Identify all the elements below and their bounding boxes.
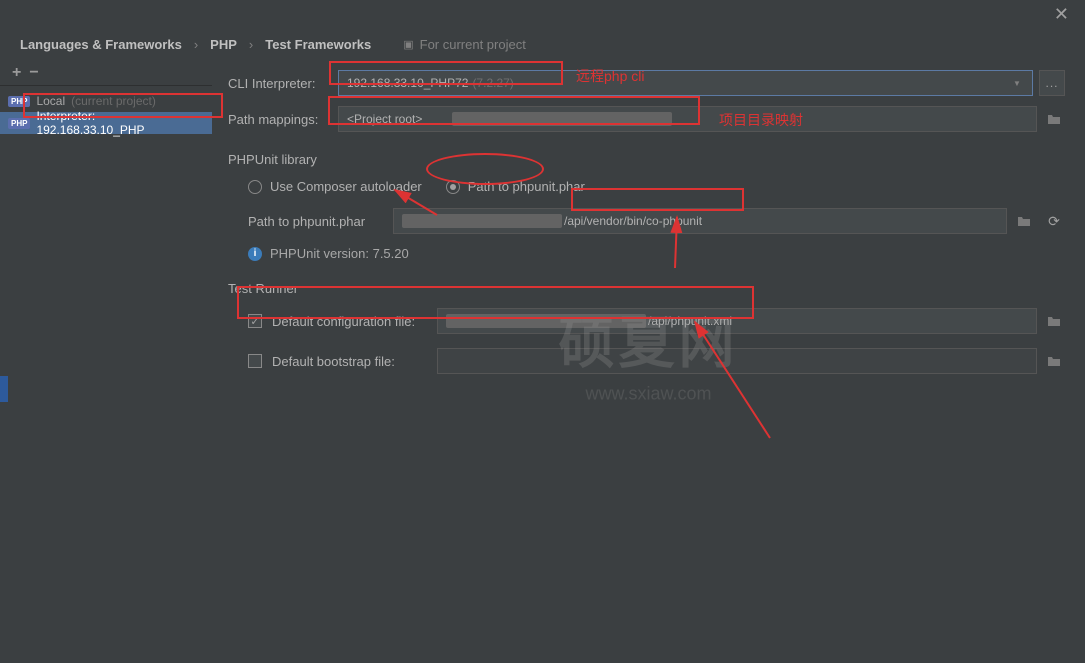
titlebar: ✕ [0,0,1085,28]
default-config-label: Default configuration file: [272,314,437,329]
phpunit-library-title: PHPUnit library [228,152,1065,167]
radio-icon [446,180,460,194]
default-config-value: /api/phpunit.xml [648,314,732,328]
redacted-text [402,214,562,228]
redacted-text [446,314,646,328]
breadcrumb-sep: › [249,37,253,52]
sidebar-item-interpreter[interactable]: PHP Interpreter: 192.168.33.10_PHP [0,112,212,134]
default-bootstrap-checkbox[interactable] [248,354,262,368]
default-bootstrap-label: Default bootstrap file: [272,354,437,369]
breadcrumb-sep: › [194,37,198,52]
breadcrumb-languages[interactable]: Languages & Frameworks [20,37,182,52]
path-mappings-value: <Project root> [347,112,422,126]
radio-icon [248,180,262,194]
cli-interpreter-label: CLI Interpreter: [228,76,338,91]
sidebar-item-hint: (current project) [71,94,156,108]
phar-path-value: /api/vendor/bin/co-phpunit [564,214,702,228]
phpunit-version-info: i PHPUnit version: 7.5.20 [248,246,1065,261]
default-config-input[interactable]: /api/phpunit.xml [437,308,1037,334]
sidebar-item-label: Local [36,94,65,108]
redacted-text [452,112,672,126]
refresh-icon[interactable]: ⟳ [1043,210,1065,232]
folder-icon[interactable] [1043,310,1065,332]
phpunit-version-label: PHPUnit version: 7.5.20 [270,246,409,261]
cli-interpreter-dropdown[interactable]: 192.168.33.10_PHP72 (7.2.27) ▼ [338,70,1033,96]
blue-side-strip [0,376,8,402]
sidebar-toolbar: + − [0,60,212,86]
folder-icon[interactable] [1013,210,1035,232]
default-bootstrap-input[interactable] [437,348,1037,374]
folder-icon[interactable] [1043,350,1065,372]
breadcrumb-php[interactable]: PHP [210,37,237,52]
project-hint-label: For current project [420,37,526,52]
path-mappings-label: Path mappings: [228,112,338,127]
radio-phpunit-phar[interactable]: Path to phpunit.phar [446,179,585,194]
php-badge-icon: PHP [8,118,30,129]
test-runner-title: Test Runner [228,281,1065,296]
sidebar-tree: PHP Local (current project) PHP Interpre… [0,86,212,663]
path-mappings-input[interactable]: <Project root> [338,106,1037,132]
radio-composer-autoloader[interactable]: Use Composer autoloader [248,179,422,194]
info-icon: i [248,247,262,261]
watermark-url: www.sxiaw.com [559,383,739,404]
breadcrumb-testframeworks[interactable]: Test Frameworks [265,37,371,52]
sidebar: + − PHP Local (current project) PHP Inte… [0,60,212,663]
phar-path-label: Path to phpunit.phar [248,214,393,229]
folder-icon[interactable] [1043,108,1065,130]
project-icon: ▣ [403,38,413,51]
remove-button[interactable]: − [29,64,38,82]
add-button[interactable]: + [12,64,21,82]
browse-button[interactable]: ... [1039,70,1065,96]
cli-interpreter-version: (7.2.27) [472,76,513,90]
breadcrumb: Languages & Frameworks › PHP › Test Fram… [0,28,1085,60]
chevron-down-icon: ▼ [1010,76,1024,90]
php-badge-icon: PHP [8,96,30,107]
radio-label: Use Composer autoloader [270,179,422,194]
main-panel: CLI Interpreter: 192.168.33.10_PHP72 (7.… [212,60,1085,663]
close-icon[interactable]: ✕ [1046,4,1077,25]
radio-label: Path to phpunit.phar [468,179,585,194]
project-hint: ▣ For current project [403,37,526,52]
sidebar-item-label: Interpreter: 192.168.33.10_PHP [36,109,204,137]
default-config-checkbox[interactable] [248,314,262,328]
cli-interpreter-value: 192.168.33.10_PHP72 [347,76,468,90]
phar-path-input[interactable]: /api/vendor/bin/co-phpunit [393,208,1007,234]
